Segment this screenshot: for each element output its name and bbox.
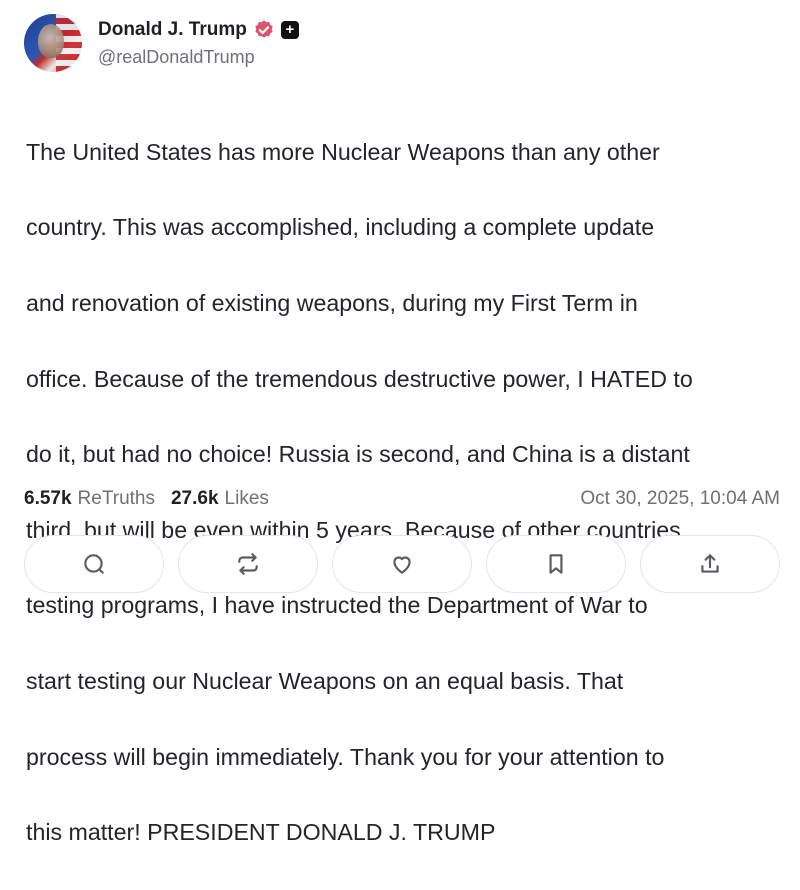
avatar[interactable] bbox=[24, 14, 82, 72]
author-info: Donald J. Trump + @realDonaldTrump bbox=[98, 19, 299, 68]
retruth-icon bbox=[238, 553, 258, 575]
bookmark-button[interactable] bbox=[486, 535, 626, 593]
post-line: do it, but had no choice! Russia is seco… bbox=[26, 441, 690, 468]
author-display-name[interactable]: Donald J. Trump bbox=[98, 19, 247, 41]
post-header: Donald J. Trump + @realDonaldTrump bbox=[24, 12, 299, 74]
name-row: Donald J. Trump + bbox=[98, 19, 299, 41]
bookmark-icon bbox=[549, 554, 563, 574]
post-line: and renovation of existing weapons, duri… bbox=[26, 289, 638, 316]
post-line: this matter! PRESIDENT DONALD J. TRUMP bbox=[26, 819, 496, 846]
retruth-button[interactable] bbox=[178, 535, 318, 593]
plus-badge-icon: + bbox=[280, 20, 299, 39]
author-handle[interactable]: @realDonaldTrump bbox=[98, 47, 299, 68]
avatar-face bbox=[38, 24, 64, 58]
post-line: office. Because of the tremendous destru… bbox=[26, 365, 693, 392]
retruths-count[interactable]: 6.57k bbox=[24, 488, 72, 510]
retruths-label[interactable]: ReTruths bbox=[78, 488, 155, 510]
likes-label[interactable]: Likes bbox=[225, 488, 269, 510]
action-bar bbox=[24, 535, 780, 597]
likes-count[interactable]: 27.6k bbox=[171, 488, 219, 510]
reply-button[interactable] bbox=[24, 535, 164, 593]
post-timestamp[interactable]: Oct 30, 2025, 10:04 AM bbox=[580, 488, 780, 510]
verified-badge-icon bbox=[253, 19, 275, 41]
reply-icon bbox=[84, 554, 104, 574]
share-icon bbox=[701, 554, 719, 573]
post-line: The United States has more Nuclear Weapo… bbox=[26, 138, 660, 165]
post-line: start testing our Nuclear Weapons on an … bbox=[26, 667, 624, 694]
share-button[interactable] bbox=[640, 535, 780, 593]
like-button[interactable] bbox=[332, 535, 472, 593]
post-stats: 6.57k ReTruths 27.6k Likes Oct 30, 2025,… bbox=[24, 485, 780, 513]
post-line: country. This was accomplished, includin… bbox=[26, 214, 655, 241]
post-line: process will begin immediately. Thank yo… bbox=[26, 743, 665, 770]
like-icon bbox=[393, 556, 411, 574]
